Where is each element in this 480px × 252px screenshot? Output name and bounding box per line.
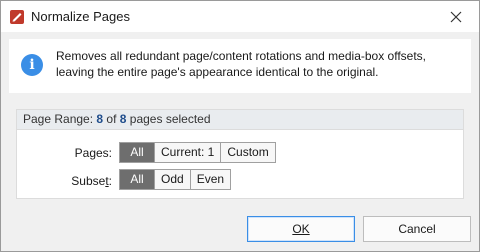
close-button[interactable]: [433, 1, 479, 32]
page-range-group: Page Range: 8 of 8 pages selected Pages:…: [16, 109, 464, 199]
cancel-label: Cancel: [398, 222, 436, 236]
pages-option-custom[interactable]: Custom: [220, 143, 275, 162]
subset-option-odd[interactable]: Odd: [154, 170, 190, 189]
subset-segmented-control: All Odd Even: [119, 169, 232, 190]
pages-segmented-control: All Current: 1 Custom: [119, 142, 276, 163]
pages-option-all[interactable]: All: [120, 143, 154, 162]
subset-label-post: :: [108, 174, 112, 188]
pdf-editor-icon: [9, 9, 25, 25]
dialog-window: Normalize Pages i Removes all redundant …: [0, 0, 480, 252]
page-range-suffix: pages selected: [126, 112, 211, 126]
info-description: Removes all redundant page/content rotat…: [56, 48, 466, 80]
title-bar: Normalize Pages: [1, 1, 479, 32]
close-icon: [450, 11, 462, 22]
subset-label-pre: Subse: [71, 174, 106, 188]
page-range-prefix: Page Range:: [23, 112, 97, 126]
info-icon: i: [21, 54, 43, 76]
cancel-button[interactable]: Cancel: [363, 216, 471, 242]
dialog-title: Normalize Pages: [31, 9, 130, 24]
pages-label: Pages:: [74, 146, 112, 160]
pages-option-current[interactable]: Current: 1: [154, 143, 221, 162]
page-range-header: Page Range: 8 of 8 pages selected: [17, 110, 463, 130]
info-panel: i Removes all redundant page/content rot…: [9, 39, 471, 93]
info-line-1: Removes all redundant page/content rotat…: [56, 49, 427, 63]
info-line-2: leaving the entire page's appearance ide…: [56, 65, 379, 79]
subset-option-all[interactable]: All: [120, 170, 154, 189]
page-range-of: of: [103, 112, 120, 126]
ok-label: OK: [292, 222, 310, 236]
subset-label: Subset:: [52, 174, 112, 188]
ok-button[interactable]: OK: [247, 216, 355, 242]
subset-option-even[interactable]: Even: [189, 170, 231, 189]
